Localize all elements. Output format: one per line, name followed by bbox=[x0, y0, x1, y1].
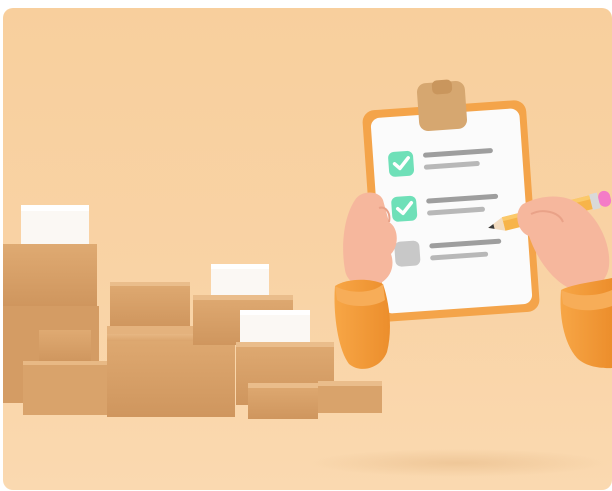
box bbox=[107, 333, 235, 417]
box bbox=[23, 361, 107, 415]
clipboard bbox=[362, 79, 540, 322]
box bbox=[3, 244, 97, 306]
checkbox-checked bbox=[391, 195, 418, 222]
box bbox=[248, 383, 318, 419]
box bbox=[110, 282, 190, 327]
floor-shadow bbox=[308, 449, 608, 477]
box-pile bbox=[3, 205, 382, 419]
box bbox=[39, 330, 91, 362]
checkbox-unchecked bbox=[394, 240, 421, 267]
illustration-frame bbox=[3, 8, 612, 490]
right-sleeve bbox=[560, 278, 612, 369]
illustration bbox=[3, 79, 612, 477]
checkbox-checked bbox=[388, 150, 415, 177]
